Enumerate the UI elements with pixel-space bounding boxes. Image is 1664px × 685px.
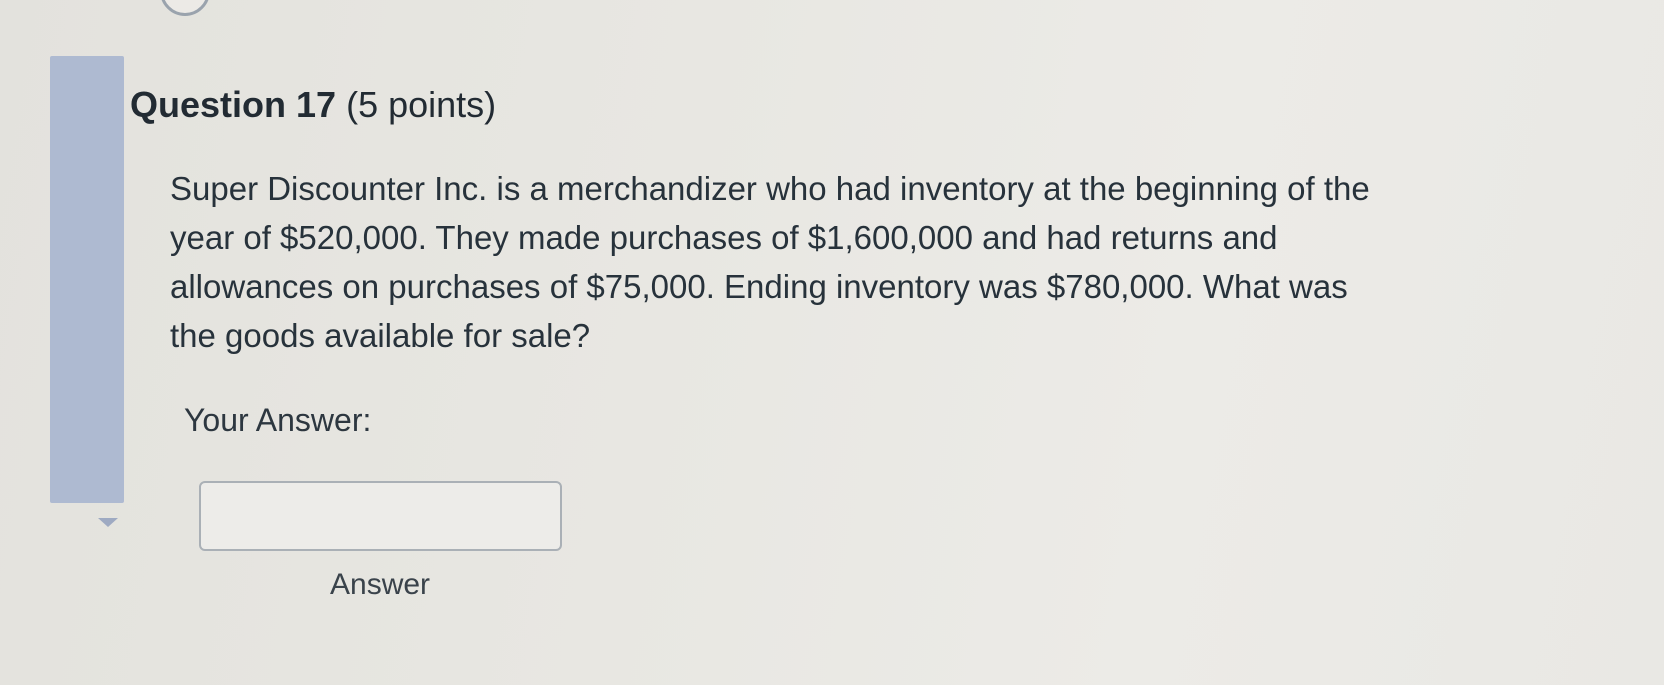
question-text-line: Super Discounter Inc. is a merchandizer … xyxy=(170,170,1370,207)
question-number: Question 17 xyxy=(130,84,337,125)
answer-caption: Answer xyxy=(330,568,431,601)
question-text-line: allowances on purchases of $75,000. Endi… xyxy=(170,268,1348,305)
caret-down-icon[interactable] xyxy=(98,518,118,527)
answer-input[interactable] xyxy=(199,481,562,551)
answer-label: Your Answer: xyxy=(184,402,372,438)
question-flag-marker[interactable] xyxy=(50,56,124,503)
partial-circle-icon xyxy=(160,0,210,16)
question-points: (5 points) xyxy=(346,84,497,125)
question-text-line: the goods available for sale? xyxy=(170,317,591,354)
question-text: Super Discounter Inc. is a merchandizer … xyxy=(170,164,1470,360)
question-text-line: year of $520,000. They made purchases of… xyxy=(170,219,1278,256)
question-title: Question 17 (5 points) xyxy=(130,84,496,126)
